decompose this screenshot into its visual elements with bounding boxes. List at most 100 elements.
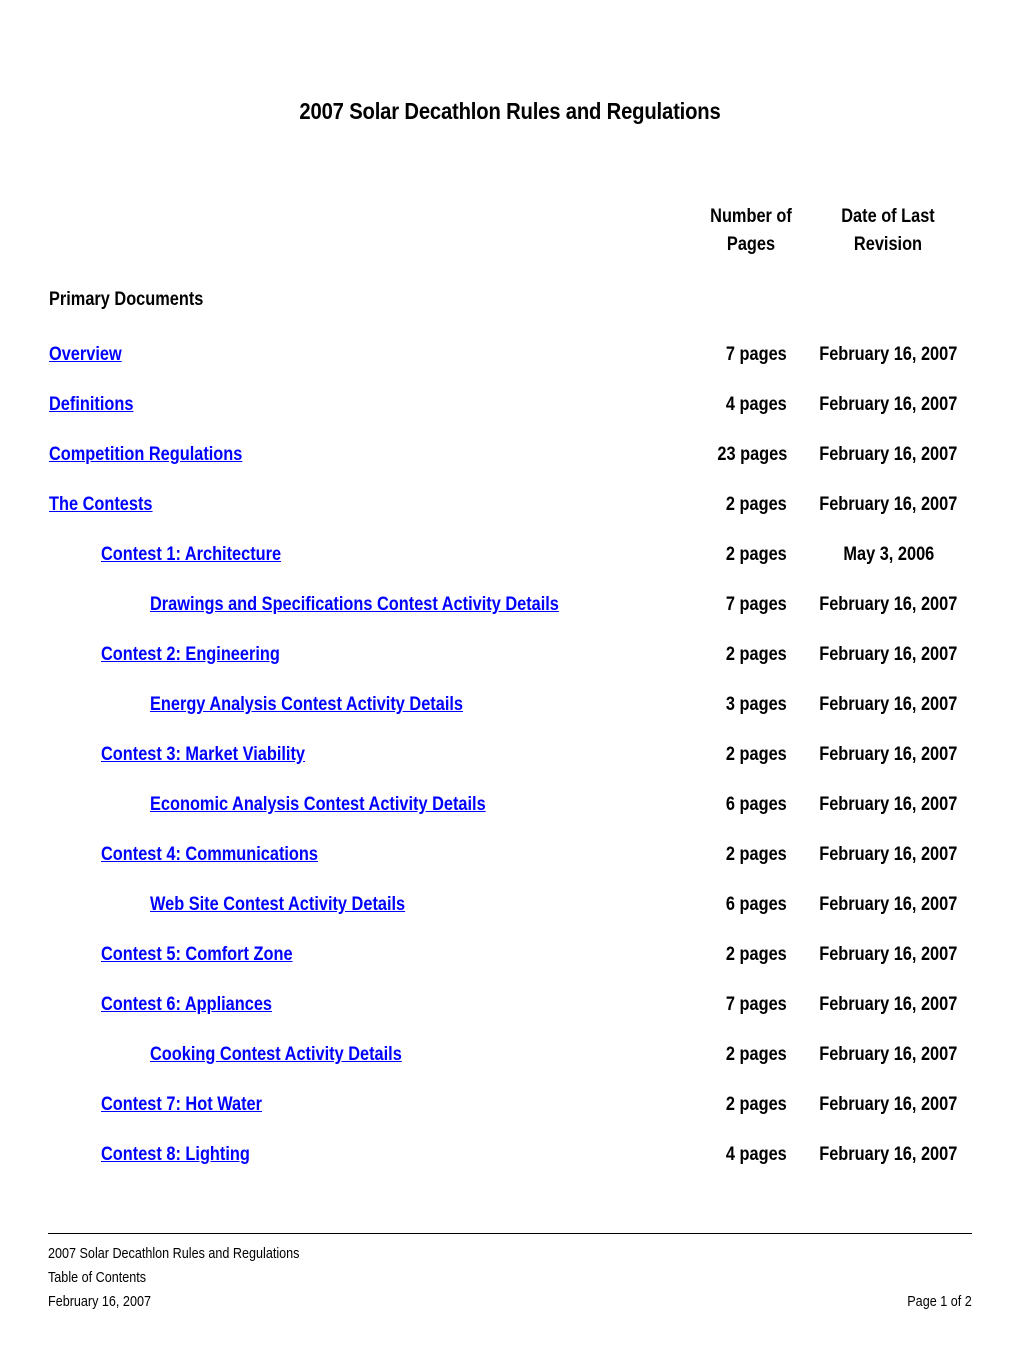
toc-entry-page-count-text: 2 pages bbox=[726, 1094, 787, 1115]
toc-entry-link[interactable]: The Contests bbox=[49, 494, 153, 516]
toc-entry-revision-date: February 16, 2007 bbox=[805, 1094, 972, 1116]
column-header-pages-line2: Pages bbox=[726, 234, 776, 255]
toc-entry-revision-date-text: February 16, 2007 bbox=[819, 394, 958, 415]
toc-entry-page-count-text: 2 pages bbox=[726, 844, 787, 865]
toc-entry-page-count: 2 pages bbox=[641, 744, 787, 766]
toc-entry-page-count: 7 pages bbox=[641, 994, 787, 1016]
document-page: 2007 Solar Decathlon Rules and Regulatio… bbox=[0, 0, 1020, 1360]
toc-entry-link[interactable]: Contest 8: Lighting bbox=[101, 1144, 250, 1166]
toc-entry-revision-date: February 16, 2007 bbox=[805, 894, 972, 916]
toc-entry-revision-date: February 16, 2007 bbox=[805, 794, 972, 816]
toc-entry-page-count: 2 pages bbox=[641, 544, 787, 566]
toc-entry-link[interactable]: Contest 3: Market Viability bbox=[101, 744, 305, 766]
toc-entry-link[interactable]: Overview bbox=[49, 344, 122, 366]
column-header-date-line2: Revision bbox=[853, 234, 923, 255]
footer-section-name: Table of Contents bbox=[48, 1269, 147, 1286]
column-header-pages-line1: Number of bbox=[710, 206, 792, 227]
toc-entry-revision-date-text: May 3, 2006 bbox=[843, 544, 934, 565]
toc-entry-link[interactable]: Definitions bbox=[49, 394, 133, 416]
table-column-headers: Number of Pages Date of Last Revision bbox=[0, 203, 1020, 269]
toc-entry-revision-date-text: February 16, 2007 bbox=[819, 344, 958, 365]
toc-entry-revision-date: February 16, 2007 bbox=[805, 1144, 972, 1166]
toc-entry-page-count: 7 pages bbox=[641, 594, 787, 616]
toc-entry-page-count-text: 4 pages bbox=[726, 394, 787, 415]
toc-entry-page-count: 2 pages bbox=[641, 644, 787, 666]
toc-row: Energy Analysis Contest Activity Details… bbox=[0, 694, 1020, 744]
toc-entry-link[interactable]: Cooking Contest Activity Details bbox=[150, 1044, 402, 1066]
toc-entry-page-count: 2 pages bbox=[641, 844, 787, 866]
footer-divider bbox=[48, 1233, 972, 1234]
toc-entry-revision-date: February 16, 2007 bbox=[805, 744, 972, 766]
toc-row: The Contests 2 pages February 16, 2007 bbox=[0, 494, 1020, 544]
toc-row: Contest 5: Comfort Zone 2 pages February 1… bbox=[0, 944, 1020, 994]
toc-entry-revision-date: May 3, 2006 bbox=[805, 544, 972, 566]
toc-entry-revision-date-text: February 16, 2007 bbox=[819, 1094, 958, 1115]
toc-entry-link[interactable]: Contest 1: Architecture bbox=[101, 544, 281, 566]
toc-entry-page-count: 2 pages bbox=[641, 494, 787, 516]
toc-entry-page-count: 2 pages bbox=[641, 1044, 787, 1066]
toc-row: Web Site Contest Activity Details 6 pages… bbox=[0, 894, 1020, 944]
toc-entry-link[interactable]: Drawings and Specifications Contest Acti… bbox=[150, 594, 559, 616]
toc-row: Contest 2: Engineering 2 pages February 16… bbox=[0, 644, 1020, 694]
toc-row: Economic Analysis Contest Activity Detai… bbox=[0, 794, 1020, 844]
toc-entry-revision-date-text: February 16, 2007 bbox=[819, 1044, 958, 1065]
column-header-number-of-pages: Number of Pages bbox=[691, 203, 811, 259]
toc-row: Contest 4: Communications 2 pages February… bbox=[0, 844, 1020, 894]
toc-entry-revision-date-text: February 16, 2007 bbox=[819, 494, 958, 515]
toc-entry-link[interactable]: Web Site Contest Activity Details bbox=[150, 894, 405, 916]
toc-entry-revision-date: February 16, 2007 bbox=[805, 494, 972, 516]
toc-entry-page-count: 4 pages bbox=[641, 1144, 787, 1166]
toc-entry-link[interactable]: Contest 4: Communications bbox=[101, 844, 318, 866]
toc-row: Definitions 4 pages February 16, 2007 bbox=[0, 394, 1020, 444]
toc-entry-revision-date-text: February 16, 2007 bbox=[819, 744, 958, 765]
toc-entry-link[interactable]: Energy Analysis Contest Activity Details bbox=[150, 694, 463, 716]
toc-row: Contest 7: Hot Water 2 pages February 16, … bbox=[0, 1094, 1020, 1144]
toc-entry-page-count-text: 2 pages bbox=[726, 744, 787, 765]
toc-entry-link[interactable]: Economic Analysis Contest Activity Detai… bbox=[150, 794, 486, 816]
toc-entry-link[interactable]: Contest 7: Hot Water bbox=[101, 1094, 262, 1116]
toc-entry-revision-date: February 16, 2007 bbox=[805, 844, 972, 866]
column-header-date-of-last-revision: Date of Last Revision bbox=[824, 203, 953, 259]
toc-entry-revision-date: February 16, 2007 bbox=[805, 994, 972, 1016]
toc-entry-revision-date: February 16, 2007 bbox=[805, 644, 972, 666]
toc-entry-link[interactable]: Contest 2: Engineering bbox=[101, 644, 280, 666]
footer-page-number: Page 1 of 2 bbox=[907, 1293, 972, 1310]
toc-entry-revision-date-text: February 16, 2007 bbox=[819, 1144, 958, 1165]
toc-row: Competition Regulations 23 pages February … bbox=[0, 444, 1020, 494]
toc-entry-page-count: 4 pages bbox=[641, 394, 787, 416]
toc-entry-revision-date-text: February 16, 2007 bbox=[819, 944, 958, 965]
toc-entry-page-count-text: 7 pages bbox=[726, 344, 787, 365]
footer-line-subtitle: Table of Contents bbox=[48, 1266, 972, 1290]
footer-document-title: 2007 Solar Decathlon Rules and Regulatio… bbox=[48, 1245, 300, 1262]
toc-entry-page-count: 2 pages bbox=[641, 944, 787, 966]
toc-entry-revision-date: February 16, 2007 bbox=[805, 444, 972, 466]
toc-entry-revision-date-text: February 16, 2007 bbox=[819, 844, 958, 865]
toc-entry-page-count-text: 7 pages bbox=[726, 994, 787, 1015]
page-footer: 2007 Solar Decathlon Rules and Regulatio… bbox=[48, 1242, 972, 1314]
page-title: 2007 Solar Decathlon Rules and Regulatio… bbox=[299, 98, 721, 124]
toc-entry-page-count-text: 3 pages bbox=[726, 694, 787, 715]
toc-entry-revision-date-text: February 16, 2007 bbox=[819, 444, 958, 465]
toc-entry-page-count-text: 2 pages bbox=[726, 1044, 787, 1065]
toc-row: Contest 6: Appliances 7 pages February 16,… bbox=[0, 994, 1020, 1044]
toc-entry-page-count-text: 6 pages bbox=[726, 794, 787, 815]
toc-entry-link[interactable]: Contest 6: Appliances bbox=[101, 994, 272, 1016]
toc-entry-revision-date: February 16, 2007 bbox=[805, 694, 972, 716]
toc-entry-link[interactable]: Contest 5: Comfort Zone bbox=[101, 944, 293, 966]
toc-row: Contest 8: Lighting 4 pages February 16, 2… bbox=[0, 1144, 1020, 1194]
toc-entry-page-count-text: 23 pages bbox=[717, 444, 787, 465]
toc-entry-revision-date-text: February 16, 2007 bbox=[819, 794, 958, 815]
toc-entry-page-count: 7 pages bbox=[641, 344, 787, 366]
toc-row: Contest 1: Architecture 2 pages May 3, 200… bbox=[0, 544, 1020, 594]
toc-entry-page-count: 6 pages bbox=[641, 794, 787, 816]
toc-entry-page-count-text: 2 pages bbox=[726, 644, 787, 665]
toc-entry-link[interactable]: Competition Regulations bbox=[49, 444, 242, 466]
toc-entry-revision-date: February 16, 2007 bbox=[805, 594, 972, 616]
toc-row: Drawings and Specifications Contest Acti… bbox=[0, 594, 1020, 644]
toc-entry-page-count-text: 2 pages bbox=[726, 544, 787, 565]
toc-entry-page-count: 6 pages bbox=[641, 894, 787, 916]
toc-entry-page-count-text: 2 pages bbox=[726, 944, 787, 965]
toc-row: Contest 3: Market Viability 2 pages Februa… bbox=[0, 744, 1020, 794]
column-header-date-line1: Date of Last bbox=[841, 206, 935, 227]
toc-row: Overview 7 pages February 16, 2007 bbox=[0, 344, 1020, 394]
